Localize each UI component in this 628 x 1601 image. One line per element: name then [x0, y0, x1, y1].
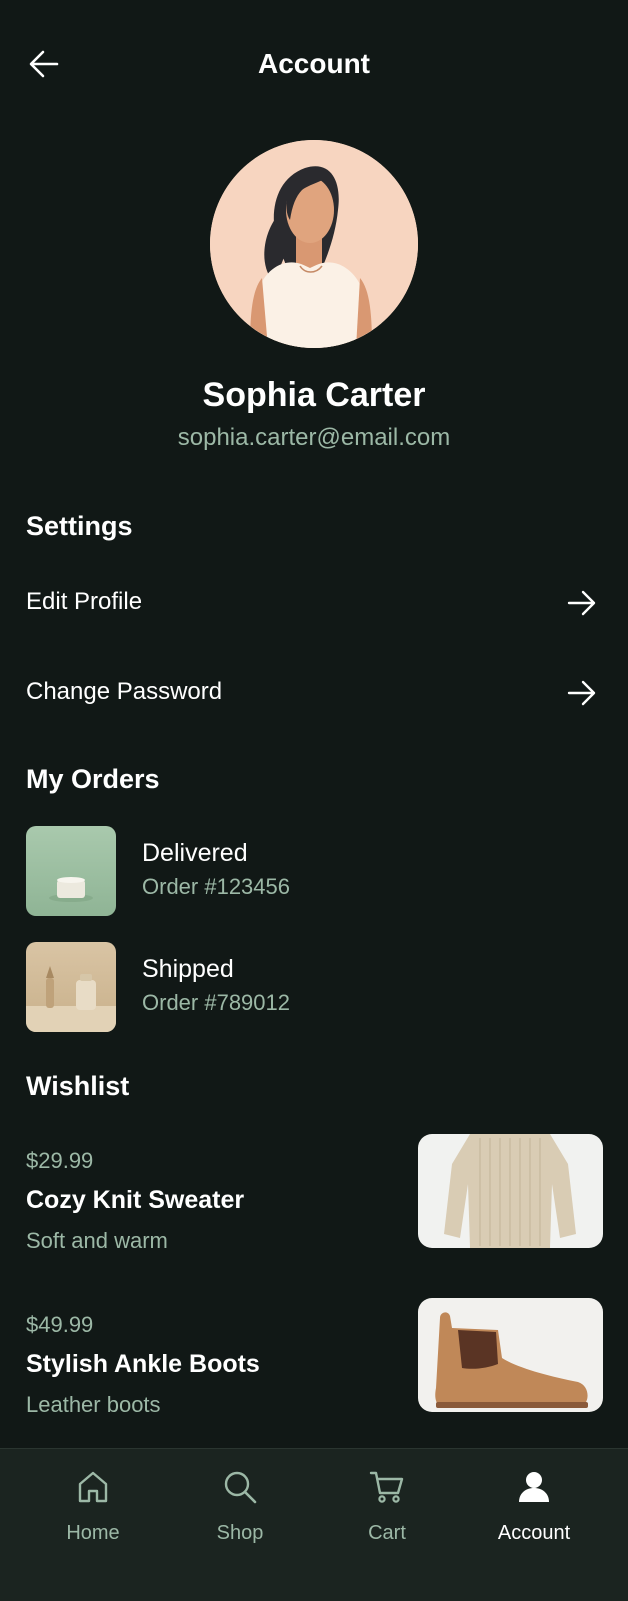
order-status: Shipped — [142, 955, 234, 983]
change-password-row[interactable]: Change Password — [0, 657, 628, 727]
wishlist-item[interactable]: $29.99 Cozy Knit Sweater Soft and warm — [0, 1134, 628, 1262]
wishlist-description: Leather boots — [26, 1392, 161, 1417]
change-password-label: Change Password — [26, 678, 223, 705]
wishlist-name: Stylish Ankle Boots — [26, 1350, 260, 1378]
edit-profile-row[interactable]: Edit Profile — [0, 567, 628, 637]
nav-home[interactable]: Home — [19, 1469, 167, 1559]
user-icon — [519, 1472, 549, 1502]
arrow-right-icon — [567, 590, 596, 616]
order-status: Delivered — [142, 839, 248, 867]
wishlist-price: $29.99 — [26, 1148, 94, 1173]
nav-label: Account — [497, 1522, 571, 1544]
orders-heading: My Orders — [26, 764, 160, 794]
bottom-nav: Home Shop Cart Account — [0, 1448, 628, 1601]
settings-heading: Settings — [26, 511, 133, 541]
product-bottles-image — [26, 942, 116, 1032]
arrow-right-icon — [567, 680, 596, 706]
nav-label: Cart — [368, 1522, 406, 1544]
profile-email: sophia.carter@email.com — [177, 424, 451, 451]
order-number: Order #123456 — [142, 874, 290, 899]
wishlist-thumbnail — [418, 1298, 603, 1412]
nav-cart[interactable]: Cart — [313, 1469, 461, 1559]
wishlist-heading: Wishlist — [26, 1071, 130, 1101]
home-icon — [78, 1471, 108, 1503]
wishlist-price: $49.99 — [26, 1312, 94, 1337]
profile-name: Sophia Carter — [202, 376, 426, 414]
account-screen: Account Sophia Carter sophia.carter@emai… — [0, 0, 628, 1601]
order-number: Order #789012 — [142, 990, 290, 1015]
wishlist-description: Soft and warm — [26, 1228, 168, 1253]
wishlist-name: Cozy Knit Sweater — [26, 1186, 245, 1214]
edit-profile-label: Edit Profile — [26, 588, 143, 615]
wishlist-thumbnail — [418, 1134, 603, 1248]
order-item[interactable]: Delivered Order #123456 — [0, 826, 628, 918]
sweater-image — [418, 1134, 603, 1248]
boots-image — [418, 1298, 603, 1412]
avatar[interactable] — [210, 140, 418, 348]
cart-icon — [369, 1471, 404, 1503]
search-icon — [224, 1471, 257, 1504]
nav-label: Home — [66, 1522, 120, 1544]
wishlist-item[interactable]: $49.99 Stylish Ankle Boots Leather boots — [0, 1298, 628, 1426]
avatar-illustration — [210, 140, 418, 348]
order-thumbnail — [26, 826, 116, 916]
order-item[interactable]: Shipped Order #789012 — [0, 942, 628, 1034]
nav-label: Shop — [216, 1522, 264, 1544]
nav-shop[interactable]: Shop — [166, 1469, 314, 1559]
page-title: Account — [258, 48, 370, 79]
order-thumbnail — [26, 942, 116, 1032]
product-jar-image — [26, 826, 116, 916]
nav-account[interactable]: Account — [460, 1469, 608, 1559]
header: Account — [0, 0, 628, 126]
